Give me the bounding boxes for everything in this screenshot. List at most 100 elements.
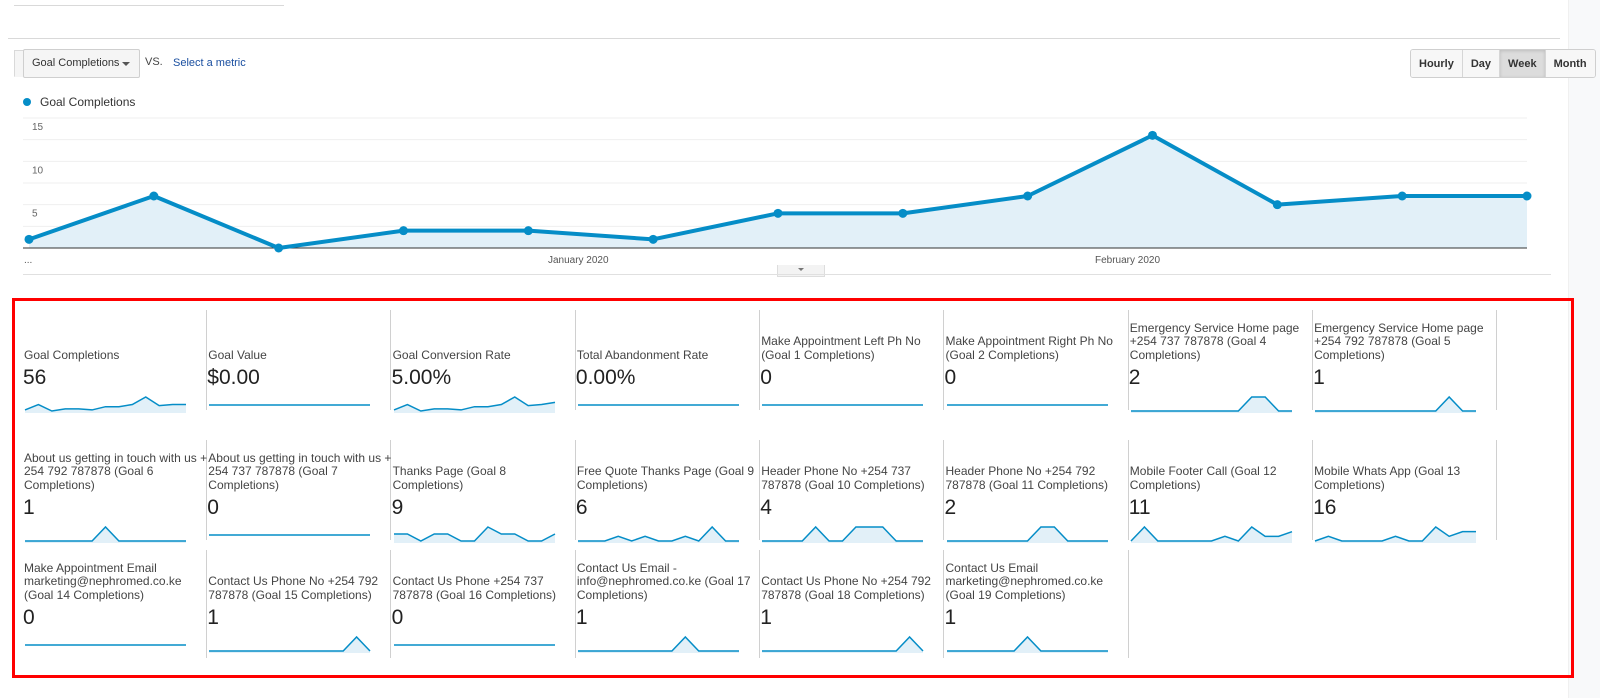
scorecard-value: 4 xyxy=(760,496,772,519)
scorecard-label: Emergency Service Home page +254 792 787… xyxy=(1314,320,1484,362)
sparkline xyxy=(762,635,924,653)
scorecard-value: 2 xyxy=(944,496,957,519)
scorecard-label: Mobile Whats App (Goal 13 Completions) xyxy=(1314,464,1461,492)
primary-metric-dropdown[interactable]: Goal Completions xyxy=(23,49,140,78)
sparkline-line xyxy=(762,635,924,652)
data-point[interactable] xyxy=(1522,191,1532,201)
scorecard[interactable]: Goal Conversion Rate 5.00% xyxy=(388,310,576,413)
scorecard[interactable]: Make Appointment Right Ph No (Goal 2 Com… xyxy=(941,310,1129,410)
x-tick-label: January 2020 xyxy=(548,255,609,266)
scorecard-value: 16 xyxy=(1313,496,1337,519)
scorecard-value: 9 xyxy=(391,496,404,519)
sparkline xyxy=(25,644,186,646)
legend-dot-icon xyxy=(23,98,31,106)
sparkline xyxy=(1130,525,1293,543)
scorecard-label: Header Phone No +254 737 787878 (Goal 10… xyxy=(761,464,925,492)
scorecard[interactable]: Contact Us Phone +254 737 787878 (Goal 1… xyxy=(388,550,576,658)
sparkline xyxy=(946,635,1108,653)
scorecard[interactable]: Contact Us Email - info@nephromed.co.ke … xyxy=(572,550,760,658)
scorecard-value: 1 xyxy=(575,606,588,629)
scorecard-value: 0 xyxy=(760,366,772,389)
select-metric-link[interactable]: Select a metric xyxy=(173,57,246,69)
sparkline-line xyxy=(577,635,739,652)
scorecard[interactable]: Mobile Whats App (Goal 13 Completions) 16 xyxy=(1309,440,1498,543)
chevron-down-icon xyxy=(122,62,130,66)
granularity-week-button[interactable]: Week xyxy=(1500,50,1546,77)
x-tick-label: ... xyxy=(24,255,32,266)
chart-legend: Goal Completions xyxy=(23,95,135,109)
data-point[interactable] xyxy=(898,208,908,218)
sparkline-line xyxy=(946,526,1108,542)
scorecard[interactable]: Emergency Service Home page +254 737 787… xyxy=(1125,310,1313,413)
data-point[interactable] xyxy=(1272,200,1282,210)
data-point[interactable] xyxy=(648,234,658,244)
granularity-day-button[interactable]: Day xyxy=(1462,50,1501,77)
collapse-chart-handle[interactable] xyxy=(777,265,825,277)
granularity-month-button[interactable]: Month xyxy=(1545,50,1595,77)
scorecard[interactable]: Total Abandonment Rate 0.00% xyxy=(572,310,760,410)
tab-bar: Overview xyxy=(8,38,1560,77)
scorecard-value: 0.00% xyxy=(575,366,636,389)
scorecard[interactable]: Make Appointment Email marketing@nephrom… xyxy=(19,550,207,658)
y-tick-label: 15 xyxy=(32,122,44,133)
scorecard-label: Header Phone No +254 792 787878 (Goal 11… xyxy=(945,464,1109,492)
data-point[interactable] xyxy=(24,234,34,244)
scorecard-value: 2 xyxy=(1128,366,1141,389)
scorecard-value: 0 xyxy=(944,366,957,389)
data-point[interactable] xyxy=(399,226,408,236)
sparkline xyxy=(577,404,739,406)
scorecard[interactable]: Emergency Service Home page +254 792 787… xyxy=(1309,310,1498,413)
sparkline xyxy=(577,635,739,653)
scorecard[interactable]: Make Appointment Left Ph No (Goal 1 Comp… xyxy=(756,310,945,410)
scorecard[interactable]: Thanks Page (Goal 8 Completions) 9 xyxy=(388,440,576,543)
data-point[interactable] xyxy=(1023,191,1033,201)
scorecard[interactable]: Free Quote Thanks Page (Goal 9 Completio… xyxy=(572,440,760,543)
scorecard-label: Thanks Page (Goal 8 Completions) xyxy=(392,464,506,492)
scorecard-value: 1 xyxy=(207,606,219,629)
scorecard[interactable]: Header Phone No +254 792 787878 (Goal 11… xyxy=(941,440,1129,543)
scorecard-label: Goal Completions xyxy=(24,347,120,362)
sparkline xyxy=(577,525,739,543)
scorecard-label: Free Quote Thanks Page (Goal 9 Completio… xyxy=(576,464,755,492)
scorecard[interactable]: Contact Us Email marketing@nephromed.co.… xyxy=(941,550,1129,658)
sparkline xyxy=(393,396,555,413)
sparkline-line xyxy=(209,635,371,652)
scorecard[interactable]: Contact Us Phone No +254 792 787878 (Goa… xyxy=(203,550,392,658)
scorecard-label: Goal Conversion Rate xyxy=(392,347,511,362)
caret-down-icon xyxy=(798,268,804,271)
scorecard[interactable]: About us getting in touch with us + 254 … xyxy=(203,440,391,540)
scorecard-label: Emergency Service Home page +254 737 787… xyxy=(1129,320,1300,362)
sparkline xyxy=(393,526,555,543)
scorecard-label: Goal Value xyxy=(208,347,267,362)
scorecard-value: $0.00 xyxy=(207,366,260,389)
sparkline xyxy=(209,534,371,536)
data-point[interactable] xyxy=(1148,130,1157,140)
scorecard[interactable]: Contact Us Phone No +254 792 787878 (Goa… xyxy=(756,550,945,658)
scorecard-label: Contact Us Phone No +254 792 787878 (Goa… xyxy=(208,574,379,602)
data-point[interactable] xyxy=(773,208,783,218)
data-point[interactable] xyxy=(149,191,159,201)
legend-label: Goal Completions xyxy=(40,95,136,109)
scorecard-label: Contact Us Phone +254 737 787878 (Goal 1… xyxy=(392,574,557,602)
scorecard-value: 5.00% xyxy=(391,366,452,389)
top-divider xyxy=(14,5,284,6)
scorecard[interactable]: Mobile Footer Call (Goal 12 Completions)… xyxy=(1125,440,1313,543)
y-tick-label: 5 xyxy=(32,209,38,220)
data-point[interactable] xyxy=(1397,191,1407,201)
scorecard[interactable]: About us getting in touch with us + 254 … xyxy=(19,440,207,543)
scorecard-value: 6 xyxy=(575,496,588,519)
sparkline xyxy=(1314,526,1477,543)
data-point[interactable] xyxy=(523,226,533,236)
scorecard[interactable]: Goal Completions 56 xyxy=(19,310,207,413)
scorecard[interactable]: Header Phone No +254 737 787878 (Goal 10… xyxy=(756,440,945,543)
primary-metric-value: Goal Completions xyxy=(32,57,120,69)
scorecard[interactable]: Goal Value $0.00 xyxy=(203,310,392,410)
x-tick-label: February 2020 xyxy=(1095,255,1160,266)
granularity-hourly-button[interactable]: Hourly xyxy=(1411,50,1463,77)
scorecard-label: Make Appointment Left Ph No (Goal 1 Comp… xyxy=(761,334,921,362)
y-tick-label: 10 xyxy=(32,165,44,176)
scorecard-value: 1 xyxy=(760,606,772,629)
data-point[interactable] xyxy=(274,243,284,253)
scorecard-label: Make Appointment Right Ph No (Goal 2 Com… xyxy=(945,334,1113,362)
scorecard-label: Mobile Footer Call (Goal 12 Completions) xyxy=(1129,464,1277,492)
